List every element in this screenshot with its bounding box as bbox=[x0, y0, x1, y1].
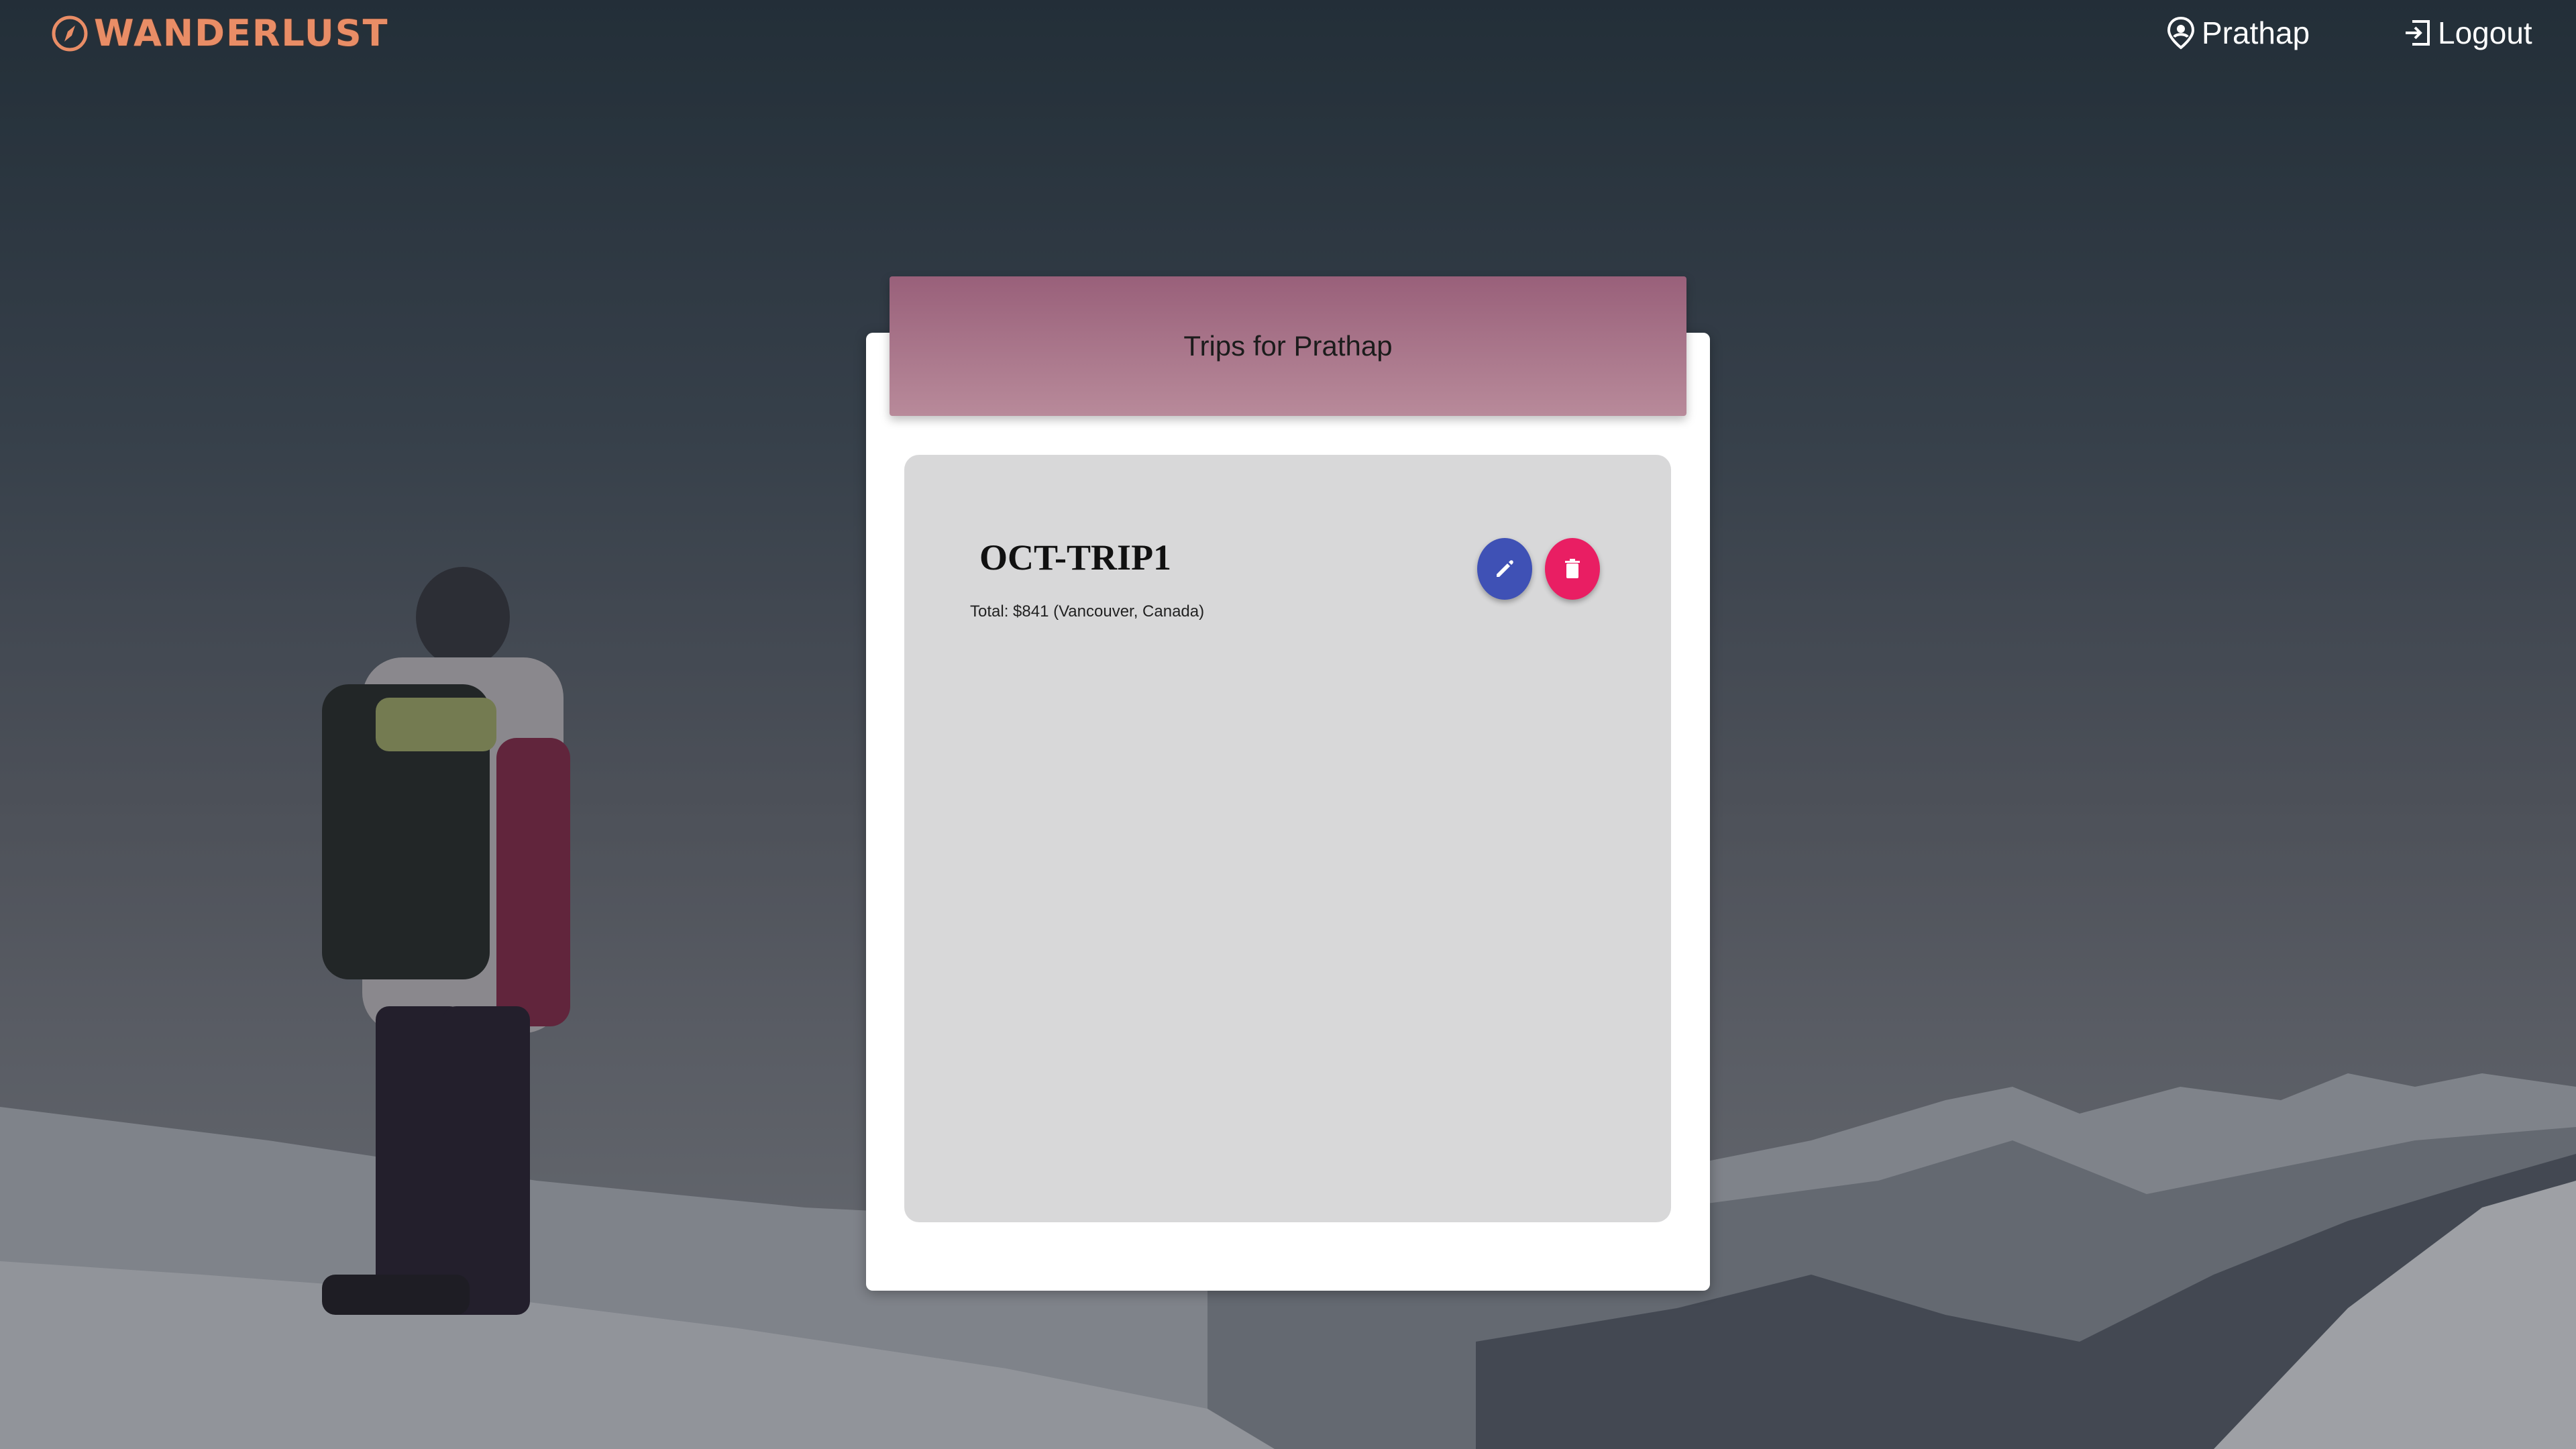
compass-icon bbox=[52, 15, 88, 51]
logout-link[interactable]: Logout bbox=[2402, 15, 2532, 51]
trip-summary: Total: $841 (Vancouver, Canada) bbox=[970, 602, 1205, 621]
user-name-label: Prathap bbox=[2202, 15, 2310, 50]
map-pin-icon bbox=[2167, 16, 2195, 50]
panel-title: Trips for Prathap bbox=[1183, 330, 1393, 362]
trip-name: OCT-TRIP1 bbox=[979, 537, 1172, 578]
top-navbar: WANDERLUST Prathap Logout bbox=[0, 0, 2576, 74]
trips-panel-header: Trips for Prathap bbox=[890, 276, 1686, 416]
logout-label: Logout bbox=[2438, 15, 2532, 50]
sign-in-icon bbox=[2406, 20, 2430, 46]
pencil-icon bbox=[1497, 560, 1513, 577]
brand-logo[interactable]: WANDERLUST bbox=[50, 12, 388, 54]
trash-icon bbox=[1565, 559, 1580, 578]
edit-trip-button[interactable] bbox=[1477, 538, 1532, 600]
delete-trip-button[interactable] bbox=[1545, 538, 1600, 600]
user-profile-link[interactable]: Prathap bbox=[2165, 15, 2310, 51]
brand-name: WANDERLUST bbox=[94, 12, 389, 54]
trip-card[interactable]: OCT-TRIP1 Total: $841 (Vancouver, Canada… bbox=[904, 455, 1671, 1222]
